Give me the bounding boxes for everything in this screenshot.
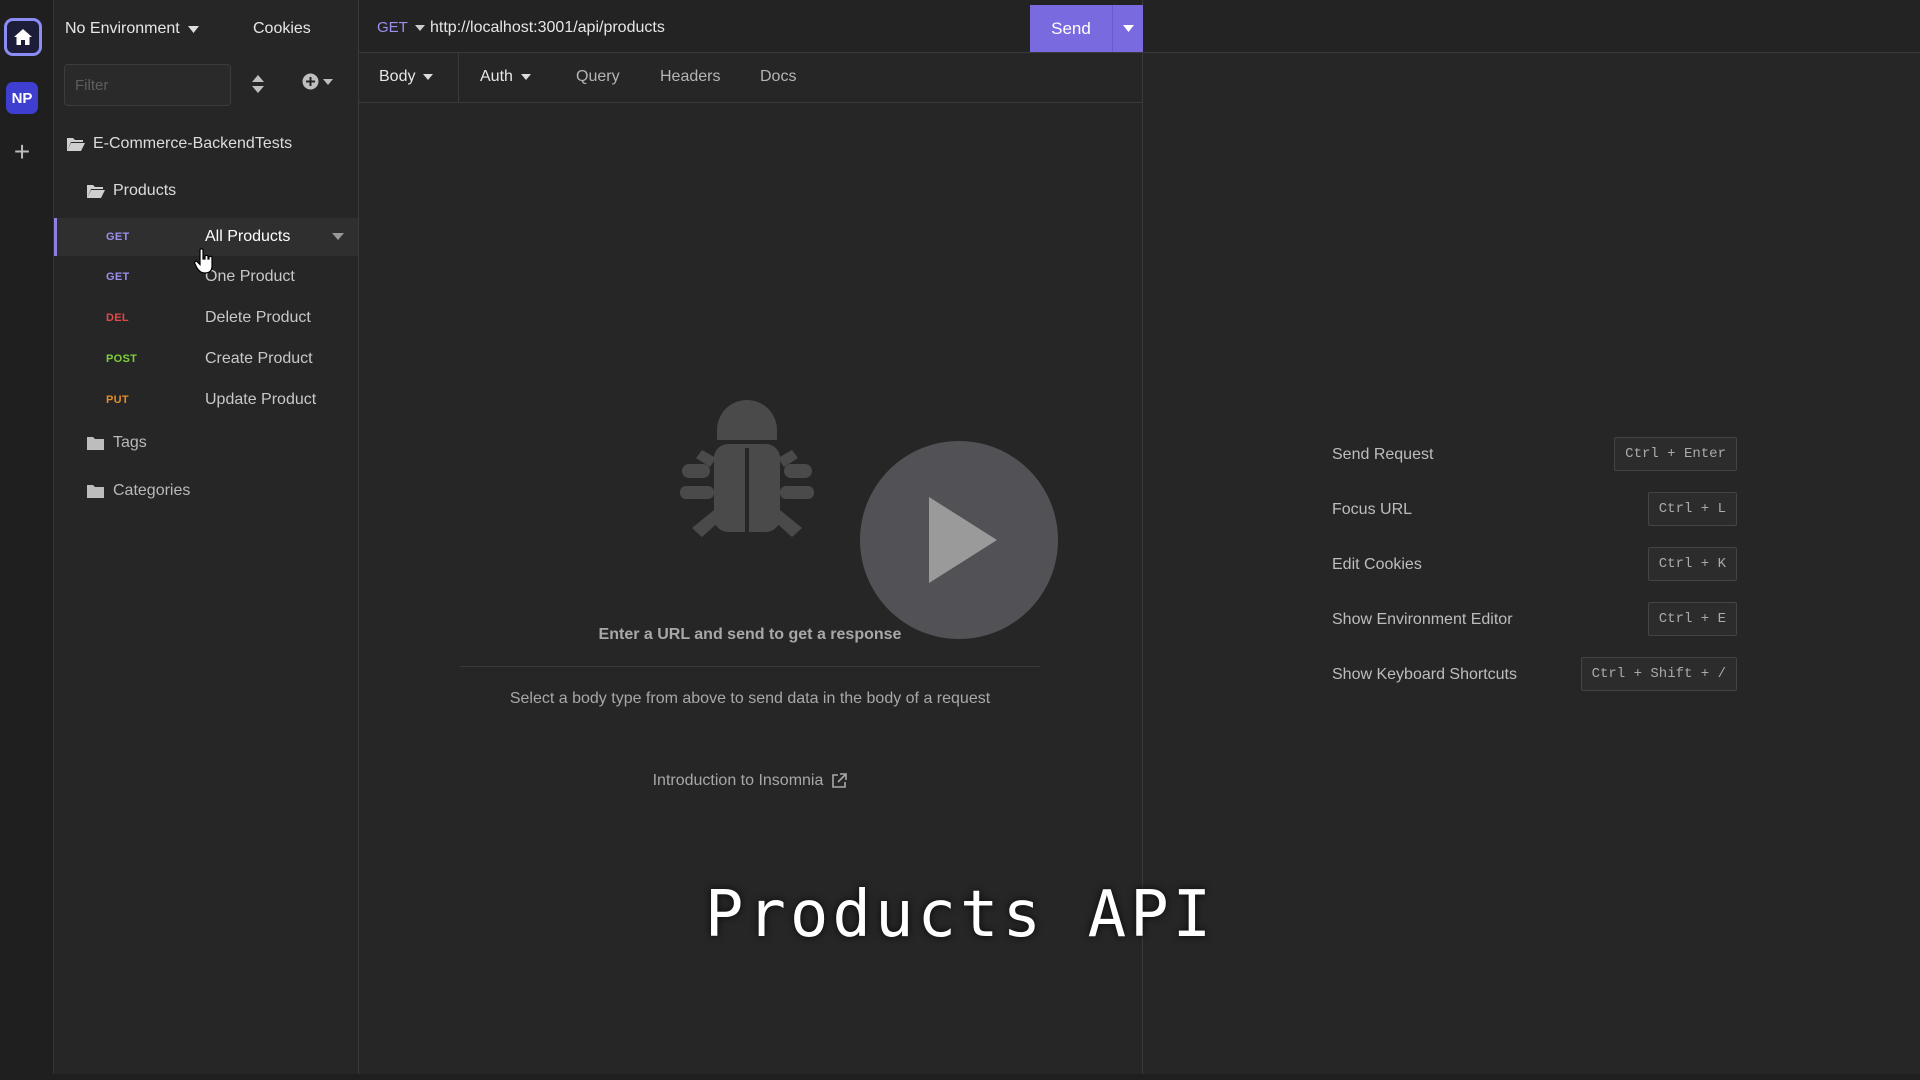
- workspace-folder[interactable]: E-Commerce-BackendTests: [67, 135, 292, 153]
- method-badge: GET: [106, 271, 130, 283]
- method-select[interactable]: GET: [377, 19, 425, 36]
- sort-button[interactable]: [248, 72, 268, 96]
- video-caption: Products API: [704, 878, 1216, 952]
- tab-docs[interactable]: Docs: [760, 68, 796, 86]
- tab-divider: [458, 52, 459, 102]
- status-bar: [0, 1074, 1920, 1080]
- chevron-down-icon: [423, 74, 434, 80]
- request-label: Create Product: [205, 350, 313, 367]
- mouse-cursor-icon: [194, 248, 213, 274]
- request-label: One Product: [205, 268, 295, 285]
- project-badge[interactable]: NP: [6, 82, 38, 114]
- shortcut-label: Show Environment Editor: [1332, 611, 1513, 628]
- tab-auth[interactable]: Auth: [480, 68, 531, 86]
- plus-circle-icon: [302, 73, 319, 90]
- request-label: Update Product: [205, 391, 317, 408]
- method-badge: PUT: [106, 394, 129, 406]
- folder-open-icon: [67, 138, 85, 151]
- filter-input[interactable]: [64, 64, 231, 106]
- empty-state-description: Select a body type from above to send da…: [509, 690, 991, 707]
- shortcut-keys: Ctrl + Enter: [1614, 437, 1737, 471]
- external-link-icon: [832, 773, 848, 788]
- request-update-product[interactable]: PUT Update Product: [54, 381, 358, 419]
- folder-label: Products: [113, 182, 177, 199]
- request-create-product[interactable]: POST Create Product: [54, 340, 358, 378]
- folder-open-icon: [87, 185, 105, 198]
- shortcut-label: Send Request: [1332, 446, 1434, 463]
- folder-icon: [87, 485, 104, 498]
- tab-body[interactable]: Body: [379, 68, 434, 86]
- chevron-down-icon: [323, 78, 333, 85]
- tab-query[interactable]: Query: [576, 68, 620, 86]
- request-label: All Products: [205, 228, 291, 245]
- chevron-down-icon: [187, 25, 199, 33]
- workspace-label: E-Commerce-BackendTests: [93, 135, 293, 152]
- folder-categories[interactable]: Categories: [87, 482, 190, 500]
- send-button[interactable]: Send: [1030, 5, 1112, 52]
- method-badge: DEL: [106, 312, 129, 324]
- tab-headers[interactable]: Headers: [660, 68, 720, 86]
- shortcut-keys: Ctrl + K: [1647, 547, 1737, 581]
- home-icon: [14, 29, 32, 45]
- shortcut-label: Show Keyboard Shortcuts: [1332, 666, 1517, 683]
- chevron-down-icon: [414, 24, 425, 31]
- empty-state-divider: [460, 666, 1040, 667]
- response-header-bar: [1143, 0, 1920, 53]
- create-new-button[interactable]: [302, 73, 333, 90]
- request-menu-caret-icon[interactable]: [332, 233, 344, 240]
- send-options-button[interactable]: [1112, 5, 1143, 52]
- folder-products[interactable]: Products: [87, 182, 176, 200]
- chevron-down-icon: [520, 74, 531, 80]
- add-project-button[interactable]: +: [8, 138, 36, 166]
- folder-icon: [87, 437, 104, 450]
- folder-label: Categories: [113, 482, 191, 499]
- folder-label: Tags: [113, 434, 147, 451]
- tab-label: Auth: [480, 68, 513, 85]
- play-icon: [929, 497, 997, 583]
- intro-link-label: Introduction to Insomnia: [652, 772, 824, 789]
- folder-tags[interactable]: Tags: [87, 434, 147, 452]
- shortcut-label: Edit Cookies: [1332, 556, 1422, 573]
- home-button[interactable]: [4, 18, 42, 56]
- method-badge: GET: [106, 231, 130, 243]
- url-input[interactable]: http://localhost:3001/api/products: [430, 19, 665, 37]
- cookies-button[interactable]: Cookies: [253, 20, 311, 38]
- sort-icon: [252, 75, 264, 93]
- request-tabs: [359, 52, 1142, 103]
- shortcut-label: Focus URL: [1332, 501, 1413, 518]
- intro-link[interactable]: Introduction to Insomnia: [460, 772, 1040, 790]
- shortcut-keys: Ctrl + Shift + /: [1580, 657, 1737, 691]
- chevron-down-icon: [1122, 25, 1134, 32]
- request-label: Delete Product: [205, 309, 311, 326]
- request-delete-product[interactable]: DEL Delete Product: [54, 299, 358, 337]
- method-badge: POST: [106, 353, 138, 365]
- video-play-button[interactable]: [860, 441, 1058, 639]
- shortcut-keys: Ctrl + E: [1647, 602, 1737, 636]
- environment-label: No Environment: [65, 20, 180, 37]
- shortcut-keys: Ctrl + L: [1647, 492, 1737, 526]
- environment-select[interactable]: No Environment: [65, 20, 199, 38]
- tab-label: Body: [379, 68, 416, 85]
- method-label: GET: [377, 19, 408, 36]
- bug-icon: [680, 400, 814, 537]
